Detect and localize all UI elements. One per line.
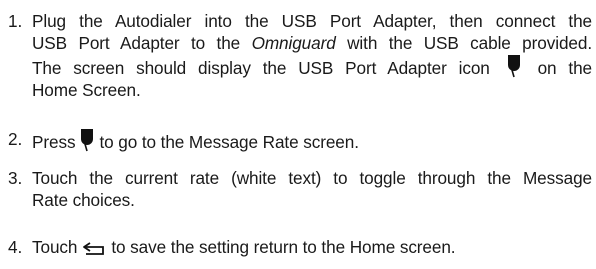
step-number: 4. xyxy=(8,237,23,257)
step-line: USB Port Adapter to the Omniguard with t… xyxy=(32,32,592,54)
product-name: Omniguard xyxy=(251,33,336,53)
step-line: Plug the Autodialer into the USB Port Ad… xyxy=(32,11,592,31)
back-arrow-icon xyxy=(83,242,105,255)
step-line: Rate choices. xyxy=(32,190,135,210)
text-fragment: The screen should display the USB Port A… xyxy=(32,58,490,78)
step-line: Home Screen. xyxy=(32,80,141,100)
text-fragment: Touch xyxy=(32,237,78,257)
instructions-document: 1. Plug the Autodialer into the USB Port… xyxy=(0,0,596,269)
step-text: Plug the Autodialer into the USB Port Ad… xyxy=(32,10,592,101)
usb-port-adapter-icon xyxy=(81,129,94,152)
step-line: Touch to save the setting return to the H… xyxy=(32,236,592,258)
text-fragment: to save the setting return to the Home s… xyxy=(111,237,456,257)
text-fragment: USB Port Adapter to the xyxy=(32,33,252,53)
step-line: The screen should display the USB Port A… xyxy=(32,54,592,79)
step-number: 1. xyxy=(8,11,23,31)
step-number: 3. xyxy=(8,168,23,188)
text-fragment: with the USB cable provided. xyxy=(335,33,592,53)
step-text: Touch to save the setting return to the H… xyxy=(32,236,592,258)
text-fragment: Press xyxy=(32,132,76,152)
step-line: Press to go to the Message Rate screen. xyxy=(32,128,592,153)
step-text: Touch the current rate (white text) to t… xyxy=(32,167,592,211)
text-fragment: on the xyxy=(537,58,593,78)
step-text: Press to go to the Message Rate screen. xyxy=(32,128,592,153)
usb-port-adapter-icon xyxy=(507,55,520,78)
text-fragment: to go to the Message Rate screen. xyxy=(99,132,359,152)
step-number: 2. xyxy=(8,129,23,149)
step-line: Touch the current rate (white text) to t… xyxy=(32,168,592,188)
